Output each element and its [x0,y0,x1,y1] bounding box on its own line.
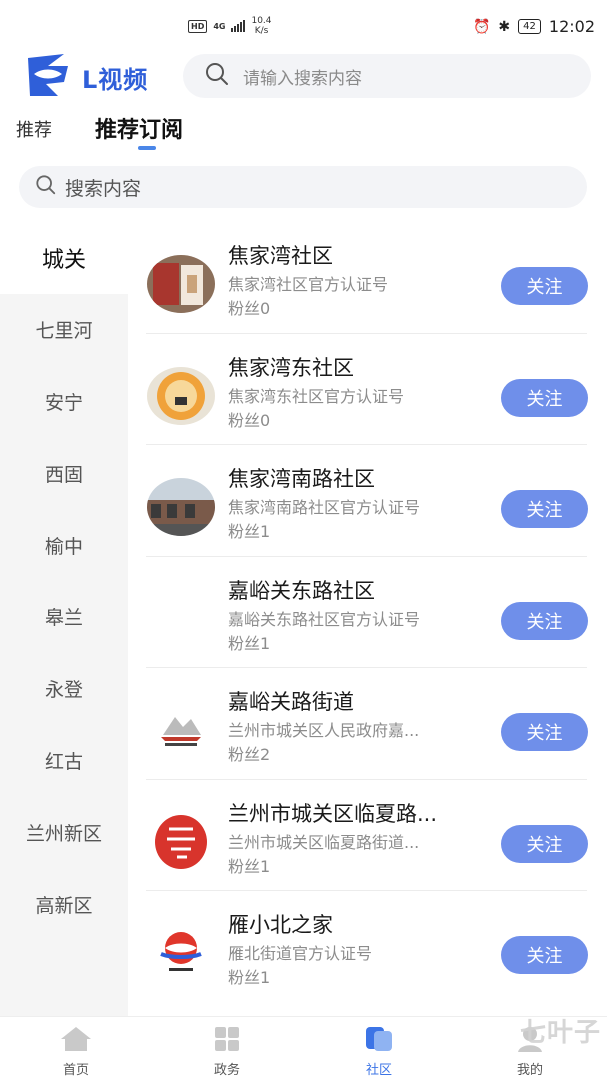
sidebar-item-chengguan[interactable]: 城关 [0,222,128,294]
network-speed: 10.4 K/s [251,16,271,36]
tab-recommended-subscriptions[interactable]: 推荐订阅 [95,112,183,144]
watermark: 七叶子 [519,1018,601,1048]
fan-count: 粉丝1 [228,522,271,541]
top-search-input[interactable]: 请输入搜索内容 [183,54,591,98]
top-tabs: 推荐 推荐订阅 [0,110,607,154]
app-logo-icon [24,52,74,98]
channel-description: 焦家湾东社区官方认证号 [228,386,405,406]
network-type: 4G [213,21,226,31]
fan-count: 粉丝1 [228,856,271,876]
channel-description: 嘉峪关东路社区官方认证号 [228,609,421,629]
nav-community[interactable]: 社区 [339,1025,419,1078]
channel-avatar [147,701,215,759]
channel-description: 兰州市城关区人民政府嘉... [228,721,420,740]
list-item[interactable]: 雁小北之家 雁北街道官方认证号 粉丝1 关注 [128,891,607,1003]
list-item[interactable]: 焦家湾社区 焦家湾社区官方认证号 粉丝0 关注 [128,222,607,334]
fan-count: 粉丝1 [228,633,271,653]
battery-icon: 42 [518,19,541,34]
sidebar-item-anning[interactable]: 安宁 [0,366,128,438]
channel-title: 焦家湾东社区 [228,355,354,380]
content-search-input[interactable]: 搜索内容 [19,166,587,208]
channel-title: 雁小北之家 [228,913,333,937]
channel-title: 焦家湾社区 [228,244,333,268]
search-placeholder: 搜索内容 [65,177,142,200]
list-item[interactable]: 焦家湾东社区 焦家湾东社区官方认证号 粉丝0 关注 [128,334,607,446]
bottom-nav: 首页 政务 社区 我的 [0,1016,607,1080]
nav-label: 首页 [62,1063,89,1078]
channel-avatar [147,589,215,648]
nav-label: 社区 [365,1063,392,1078]
channel-description: 雁北街道官方认证号 [228,944,373,963]
sidebar-item-gaolan[interactable]: 皋兰 [0,581,128,653]
channel-title: 焦家湾南路社区 [228,467,375,491]
sidebar-item-yuzhong[interactable]: 榆中 [0,509,128,581]
sidebar-item-hi-tech-zone[interactable]: 高新区 [0,868,128,940]
alarm-icon: ⏰ [472,18,491,35]
search-placeholder: 请输入搜索内容 [243,68,362,89]
sidebar-item-yongdeng[interactable]: 永登 [0,653,128,725]
search-icon [35,174,57,200]
follow-button[interactable]: 关注 [501,936,588,974]
signal-icon [231,20,246,32]
channel-avatar [147,366,215,425]
app-header: L视频 请输入搜索内容 [0,52,607,102]
nav-home[interactable]: 首页 [36,1025,116,1078]
follow-button[interactable]: 关注 [501,824,588,863]
channel-description: 焦家湾南路社区官方认证号 [228,498,421,517]
channel-avatar [147,478,215,536]
sidebar-item-qilihe[interactable]: 七里河 [0,294,128,366]
status-right: ⏰ ✱ 42 12:02 [473,17,595,36]
speed-value: 10.4 [251,16,272,26]
channel-avatar [147,924,215,982]
channel-description: 焦家湾社区官方认证号 [228,275,389,294]
fan-count: 粉丝0 [228,410,271,430]
nav-label: 我的 [516,1063,543,1078]
list-item[interactable]: 兰州市城关区临夏路... 兰州市城关区临夏路街道... 粉丝1 关注 [128,780,607,892]
community-icon [339,1025,419,1053]
status-bar: HD 4G 10.4 K/s ⏰ ✱ 42 12:02 [0,0,607,52]
status-network: HD 4G 10.4 K/s [188,16,272,36]
follow-button[interactable]: 关注 [501,713,588,751]
follow-button[interactable]: 关注 [501,601,588,640]
list-item[interactable]: 嘉峪关东路社区 嘉峪关东路社区官方认证号 粉丝1 关注 [128,557,607,669]
list-item[interactable]: 焦家湾南路社区 焦家湾南路社区官方认证号 粉丝1 关注 [128,445,607,557]
channel-title: 嘉峪关东路社区 [228,578,375,603]
nav-label: 政务 [213,1063,240,1078]
fan-count: 粉丝2 [228,745,271,764]
channel-description: 兰州市城关区临夏路街道... [228,832,420,852]
fan-count: 粉丝0 [228,299,271,318]
follow-button[interactable]: 关注 [501,490,588,528]
channel-title: 兰州市城关区临夏路... [228,801,438,826]
list-item[interactable]: 嘉峪关路街道 兰州市城关区人民政府嘉... 粉丝2 关注 [128,668,607,780]
app-name: L视频 [82,66,149,94]
channel-avatar [147,812,215,871]
sidebar-item-honggu[interactable]: 红古 [0,725,128,797]
sidebar-item-lanzhou-new-area[interactable]: 兰州新区 [0,796,128,868]
home-icon [36,1025,116,1053]
subscription-list: 焦家湾社区 焦家湾社区官方认证号 粉丝0 关注 焦家湾东社区 焦家湾东社区官方认… [128,222,607,1003]
nav-government[interactable]: 政务 [187,1025,267,1078]
clock: 12:02 [548,17,595,36]
channel-avatar [147,255,215,313]
follow-button[interactable]: 关注 [501,267,588,305]
district-sidebar: 城关 七里河 安宁 西固 榆中 皋兰 永登 红古 兰州新区 高新区 [0,222,128,1016]
grid-icon [187,1025,267,1053]
hd-badge: HD [188,19,208,33]
sidebar-item-xigu[interactable]: 西固 [0,437,128,509]
speed-unit: K/s [254,26,269,36]
search-icon [205,62,229,90]
active-tab-indicator [138,146,156,150]
bluetooth-icon: ✱ [498,18,511,35]
channel-title: 嘉峪关路街道 [228,690,354,714]
follow-button[interactable]: 关注 [501,378,588,417]
fan-count: 粉丝1 [228,968,271,987]
tab-recommend[interactable]: 推荐 [16,116,52,142]
